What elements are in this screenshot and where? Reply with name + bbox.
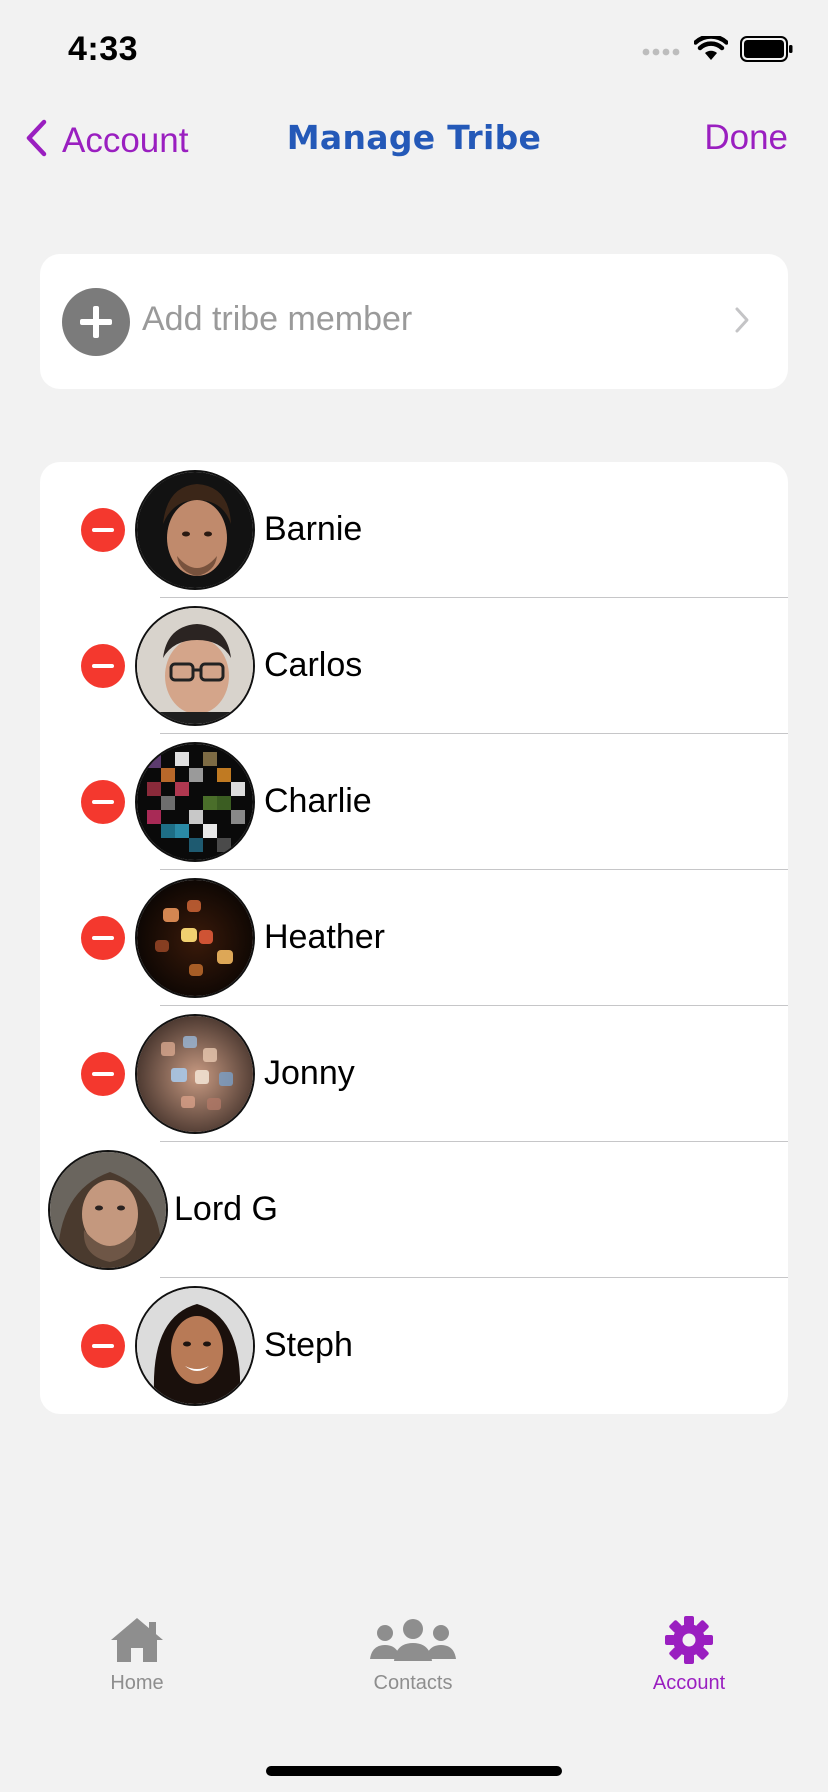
avatar — [135, 878, 255, 998]
member-row[interactable]: Heather — [40, 870, 788, 1006]
signal-icon — [642, 43, 682, 61]
tab-label: Account — [652, 1672, 726, 1694]
tab-label: Home — [110, 1672, 164, 1694]
remove-member-button[interactable] — [81, 1052, 125, 1096]
avatar — [48, 1150, 168, 1270]
wifi-icon — [693, 34, 729, 67]
tab-home[interactable]: Home — [37, 1610, 237, 1695]
home-icon — [37, 1610, 237, 1670]
plus-circle-icon — [62, 288, 130, 356]
member-name: Carlos — [264, 646, 363, 684]
member-name: Steph — [264, 1326, 353, 1364]
tab-label: Contacts — [373, 1672, 453, 1694]
avatar — [135, 742, 255, 862]
status-icons — [642, 34, 794, 67]
member-row[interactable]: Charlie — [40, 734, 788, 870]
contacts-icon — [313, 1610, 513, 1670]
gear-icon — [589, 1610, 789, 1670]
remove-member-button[interactable] — [81, 508, 125, 552]
member-name: Barnie — [264, 510, 363, 548]
avatar — [135, 470, 255, 590]
avatar — [135, 1286, 255, 1406]
remove-member-button[interactable] — [81, 644, 125, 688]
status-bar: 4:33 — [0, 0, 828, 100]
home-indicator — [266, 1766, 562, 1776]
done-button[interactable]: Done — [704, 118, 788, 158]
member-row[interactable]: Carlos — [40, 598, 788, 734]
member-name: Heather — [264, 918, 385, 956]
remove-member-button[interactable] — [81, 1324, 125, 1368]
remove-member-button[interactable] — [81, 916, 125, 960]
navigation-bar: Account Manage Tribe Done — [0, 100, 828, 180]
tab-contacts[interactable]: Contacts — [313, 1610, 513, 1695]
member-name: Charlie — [264, 782, 372, 820]
member-row[interactable]: Steph — [40, 1278, 788, 1414]
avatar — [135, 1014, 255, 1134]
member-row[interactable]: Lord G — [40, 1142, 788, 1278]
chevron-right-icon — [734, 306, 750, 339]
tab-account[interactable]: Account — [589, 1610, 789, 1695]
tribe-member-list: Barnie Carlos Charlie Heather Jonny Lord… — [40, 462, 788, 1414]
member-row[interactable]: Jonny — [40, 1006, 788, 1142]
tab-bar: Home Contacts Account — [0, 1610, 828, 1720]
battery-icon — [740, 36, 794, 67]
remove-member-button[interactable] — [81, 780, 125, 824]
avatar — [135, 606, 255, 726]
add-tribe-member-label: Add tribe member — [142, 300, 413, 338]
add-tribe-member-row[interactable]: Add tribe member — [40, 254, 788, 389]
member-row[interactable]: Barnie — [40, 462, 788, 598]
status-time: 4:33 — [68, 30, 139, 68]
member-name: Jonny — [264, 1054, 355, 1092]
manage-tribe-screen: 4:33 Account Manage Tribe Done Add tribe… — [0, 0, 828, 1792]
member-name: Lord G — [174, 1190, 278, 1228]
